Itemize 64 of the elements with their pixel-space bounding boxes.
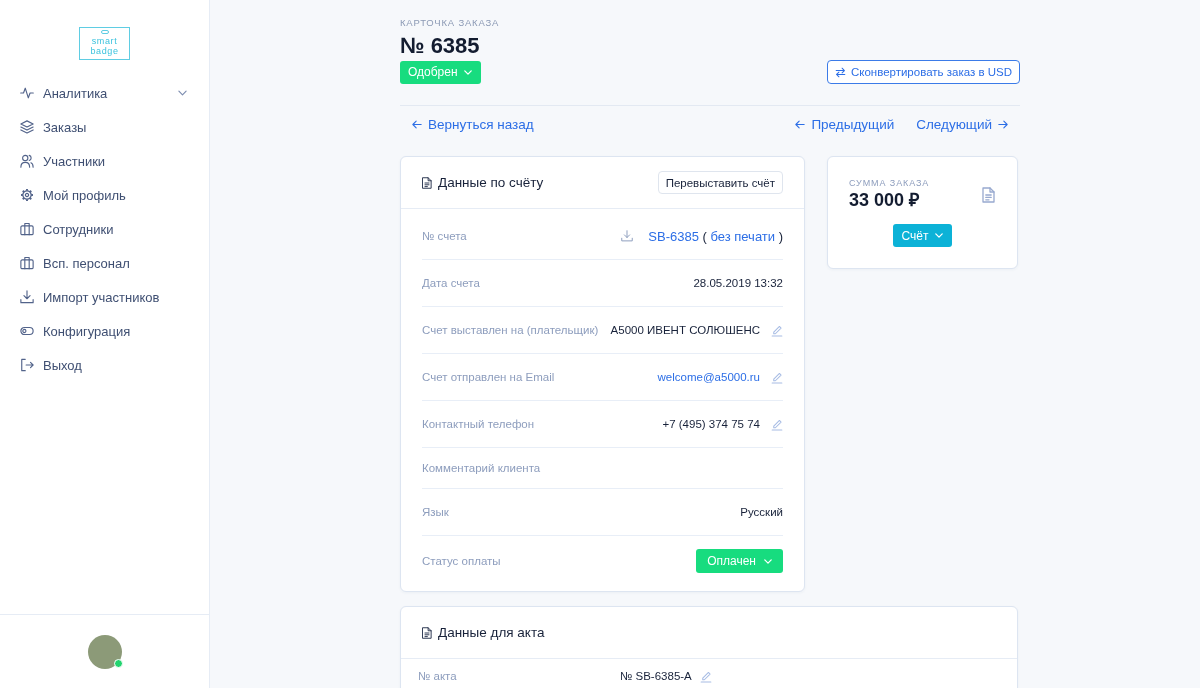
arrow-right-icon bbox=[998, 119, 1008, 129]
field-label: Контактный телефон bbox=[422, 417, 535, 431]
settings-icon bbox=[20, 188, 34, 202]
back-link[interactable]: Вернуться назад bbox=[412, 116, 534, 132]
sidebar-item[interactable]: Импорт участников bbox=[0, 280, 209, 314]
field-value: А5000 ИВЕНТ СОЛЮШЕНС bbox=[610, 324, 760, 336]
sidebar-item[interactable]: Мой профиль bbox=[0, 178, 209, 212]
card-title: Данные для акта bbox=[438, 625, 545, 640]
reissue-button[interactable]: Перевыставить счёт bbox=[657, 171, 783, 194]
field-value: +7 (495) 374 75 74 bbox=[662, 418, 760, 430]
sidebar-item[interactable]: Выход bbox=[0, 348, 209, 382]
card-title: Данные по счёту bbox=[438, 175, 544, 190]
download-icon bbox=[20, 290, 34, 304]
sidebar-item[interactable]: Всп. персонал bbox=[0, 246, 209, 280]
field-label: Статус оплаты bbox=[422, 554, 501, 568]
chevron-down-icon bbox=[764, 558, 772, 564]
invoice-number-text: SB-6385 ( без печати ) bbox=[648, 228, 783, 244]
logout-icon bbox=[20, 358, 34, 372]
arrow-left-icon bbox=[795, 119, 806, 129]
sidebar-item[interactable]: Участники bbox=[0, 144, 209, 178]
order-title: № 6385 bbox=[400, 33, 480, 59]
sidebar-item[interactable]: Аналитика bbox=[0, 76, 209, 110]
field-label: № счета bbox=[422, 229, 467, 243]
field-value: 28.05.2019 13:32 bbox=[693, 277, 783, 289]
no-stamp-link[interactable]: без печати bbox=[710, 228, 776, 244]
field-label: Язык bbox=[422, 505, 449, 519]
edit-icon[interactable] bbox=[771, 323, 783, 337]
field-label: Комментарий клиента bbox=[422, 461, 541, 475]
edit-icon[interactable] bbox=[771, 370, 783, 384]
document-icon bbox=[422, 176, 432, 189]
edit-icon[interactable] bbox=[771, 417, 783, 431]
sidebar-item[interactable]: Сотрудники bbox=[0, 212, 209, 246]
field-label: Счет выставлен на (плательщик) bbox=[422, 323, 599, 337]
download-icon[interactable] bbox=[621, 230, 634, 242]
document-icon bbox=[422, 626, 432, 639]
email-link[interactable]: welcome@a5000.ru bbox=[657, 371, 760, 383]
chevron-down-icon bbox=[463, 69, 472, 75]
field-label: № акта bbox=[418, 669, 458, 683]
total-label: СУММА ЗАКАЗА bbox=[849, 177, 930, 189]
document-icon[interactable] bbox=[982, 187, 995, 203]
previous-link[interactable]: Предыдущий bbox=[795, 116, 895, 132]
logo-text: smart badge bbox=[89, 35, 120, 56]
people-icon bbox=[20, 154, 34, 168]
field-label: Дата счета bbox=[422, 276, 480, 290]
toggle-icon bbox=[20, 324, 34, 338]
swap-arrows-icon bbox=[834, 66, 846, 78]
pulse-icon bbox=[20, 86, 34, 100]
next-link[interactable]: Следующий bbox=[916, 116, 1008, 132]
page-caption: КАРТОЧКА ЗАКАЗА bbox=[400, 17, 500, 29]
field-label: Счет отправлен на Email bbox=[422, 370, 555, 384]
briefcase-icon bbox=[20, 256, 34, 270]
field-value: Русский bbox=[740, 506, 783, 518]
sidebar-item[interactable]: Заказы bbox=[0, 110, 209, 144]
field-value: № SB-6385-A bbox=[620, 670, 692, 682]
edit-icon[interactable] bbox=[699, 669, 712, 683]
total-amount: 33 000 ₽ bbox=[849, 189, 920, 211]
avatar[interactable] bbox=[87, 634, 122, 669]
chevron-down-icon bbox=[935, 233, 944, 238]
sidebar-item[interactable]: Конфигурация bbox=[0, 314, 209, 348]
layers-icon bbox=[20, 120, 34, 134]
invoice-number-link[interactable]: SB-6385 bbox=[648, 228, 699, 244]
arrow-left-icon bbox=[412, 119, 422, 129]
briefcase-icon bbox=[20, 222, 34, 236]
convert-button[interactable]: Сконвертировать заказ в USD bbox=[826, 60, 1020, 84]
